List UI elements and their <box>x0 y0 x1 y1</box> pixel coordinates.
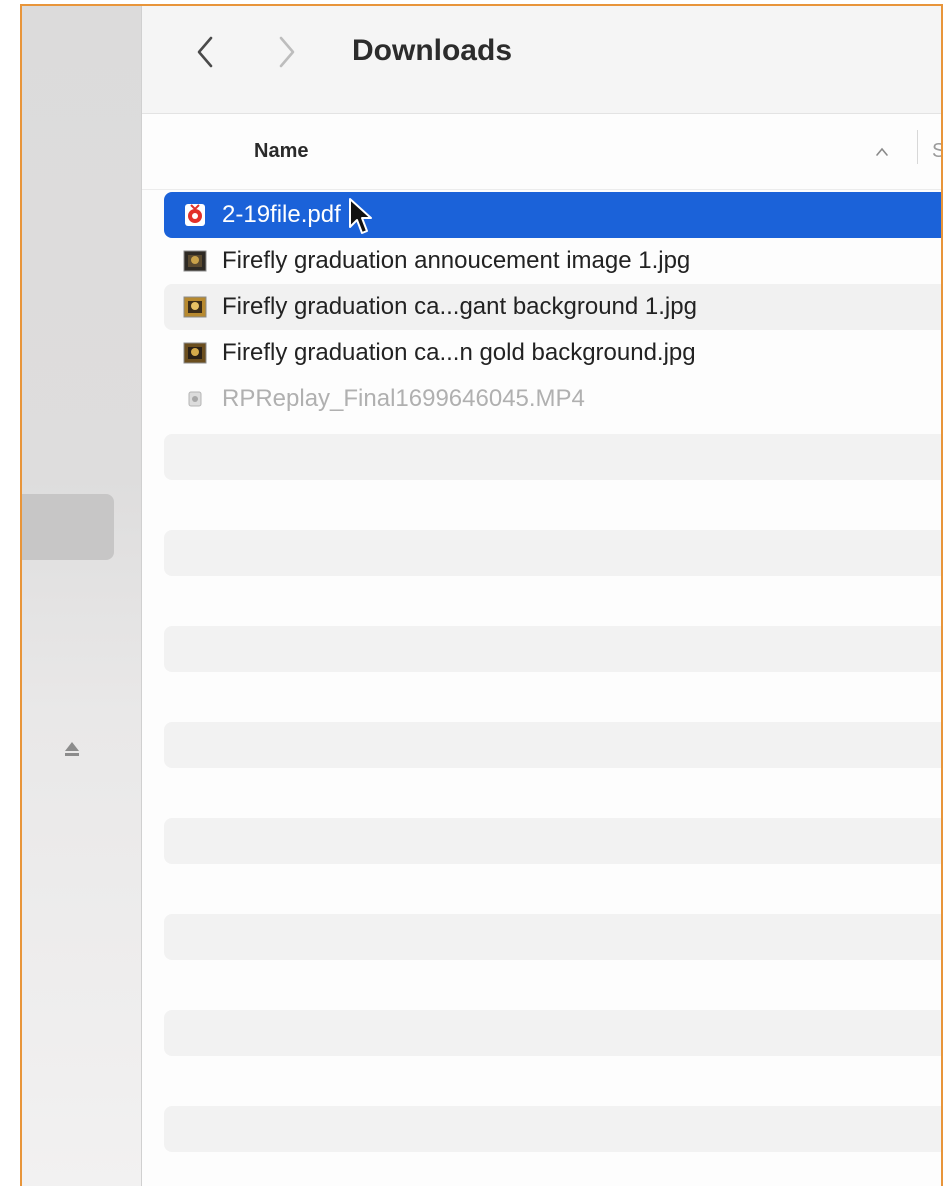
empty-row <box>164 722 941 768</box>
main-pane: Downloads Name S 2-19file.pdf <box>142 6 941 1186</box>
name-column-header[interactable]: Name <box>254 140 308 163</box>
empty-row <box>164 1010 941 1056</box>
file-name: 2-19file.pdf <box>222 201 341 228</box>
size-column-header[interactable]: S <box>932 140 941 163</box>
sidebar-selected-item[interactable] <box>22 494 114 560</box>
empty-row <box>164 914 941 960</box>
file-row[interactable]: Firefly graduation ca...n gold backgroun… <box>164 330 941 376</box>
mouse-cursor-icon <box>349 198 372 234</box>
empty-row <box>164 818 941 864</box>
back-button[interactable] <box>190 32 220 72</box>
file-name: Firefly graduation ca...n gold backgroun… <box>222 339 696 366</box>
sidebar <box>22 6 142 1186</box>
finder-window: Downloads Name S 2-19file.pdf <box>20 4 943 1186</box>
empty-row <box>164 434 941 480</box>
chevron-left-icon <box>197 36 213 68</box>
column-header: Name S <box>142 114 941 190</box>
image-icon <box>183 250 207 272</box>
video-icon <box>188 391 202 407</box>
column-divider[interactable] <box>917 130 918 164</box>
empty-row <box>164 530 941 576</box>
file-name: RPReplay_Final1699646045.MP4 <box>222 385 585 412</box>
toolbar: Downloads <box>142 6 941 114</box>
chevron-up-icon[interactable] <box>874 144 890 160</box>
window-title: Downloads <box>352 34 513 67</box>
image-icon <box>183 296 207 318</box>
file-row[interactable]: Firefly graduation ca...gant background … <box>164 284 941 330</box>
eject-icon[interactable] <box>64 740 80 758</box>
file-name: Firefly graduation annoucement image 1.j… <box>222 247 691 274</box>
empty-row <box>164 1106 941 1152</box>
file-row[interactable]: 2-19file.pdf <box>164 192 941 238</box>
image-icon <box>183 342 207 364</box>
chevron-right-icon <box>279 36 295 68</box>
file-name: Firefly graduation ca...gant background … <box>222 293 697 320</box>
file-row[interactable]: RPReplay_Final1699646045.MP4 <box>164 376 941 422</box>
forward-button[interactable] <box>272 32 302 72</box>
file-row[interactable]: Firefly graduation annoucement image 1.j… <box>164 238 941 284</box>
pdf-icon <box>185 204 205 226</box>
empty-row <box>164 626 941 672</box>
